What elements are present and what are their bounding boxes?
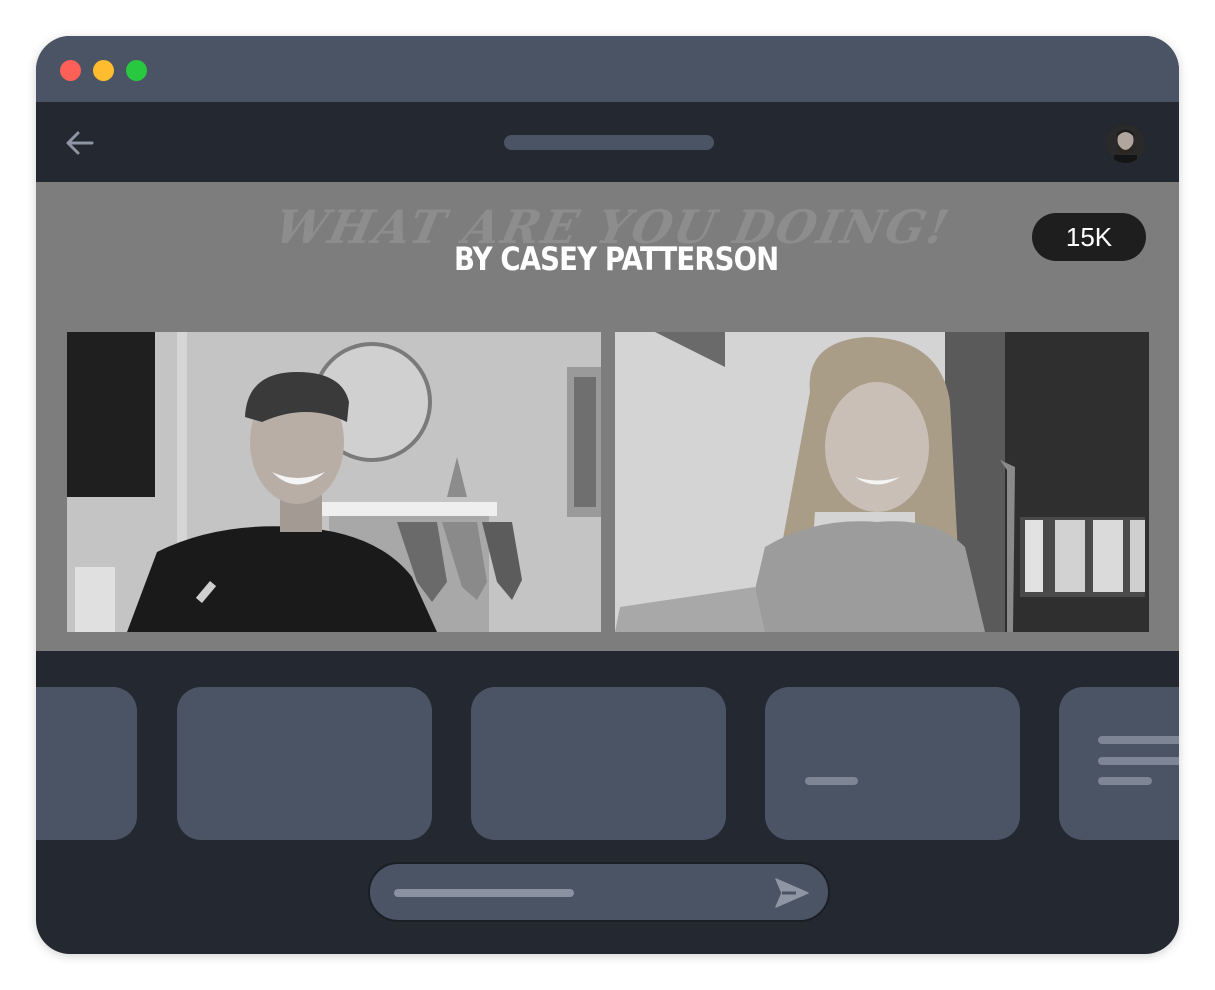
video-call-participant-left [67,332,601,632]
content-card[interactable] [765,687,1020,840]
message-composer[interactable] [368,862,830,922]
content-card[interactable] [471,687,726,840]
paper-plane-icon[interactable] [774,876,810,910]
participant-left-image [67,332,601,632]
zoom-window-button[interactable] [126,60,147,81]
close-window-button[interactable] [60,60,81,81]
title-bar [36,36,1179,102]
minimize-window-button[interactable] [93,60,114,81]
content-card[interactable] [1059,687,1179,840]
card-text-placeholder [1098,777,1152,785]
card-text-placeholder [805,777,858,785]
arrow-left-icon[interactable] [64,127,96,159]
avatar-image [1106,124,1145,163]
content-card-row [36,687,1179,840]
user-avatar[interactable] [1106,124,1145,163]
video-player[interactable]: WHAT ARE YOU DOING! BY CASEY PATTERSON 1… [36,182,1179,651]
video-title: BY CASEY PATTERSON [454,240,779,278]
top-nav-bar [36,102,1179,182]
video-call-participant-right [615,332,1149,632]
card-text-placeholder [1098,736,1179,744]
address-bar-placeholder[interactable] [504,135,714,150]
message-input-placeholder[interactable] [394,889,574,897]
participant-right-image [615,332,1149,632]
viewer-count-badge: 15K [1032,213,1146,261]
content-card[interactable] [177,687,432,840]
content-card[interactable] [36,687,137,840]
app-window: WHAT ARE YOU DOING! BY CASEY PATTERSON 1… [36,36,1179,954]
card-text-placeholder [1098,757,1179,765]
